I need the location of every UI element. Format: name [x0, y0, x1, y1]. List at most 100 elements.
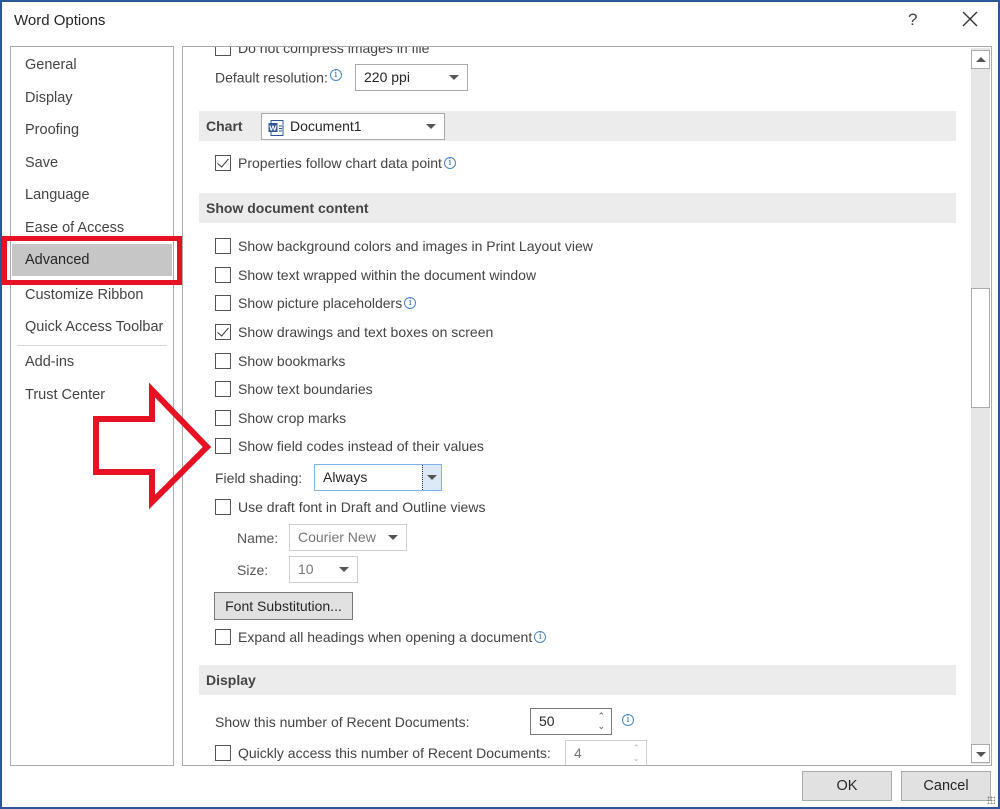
show-crop-marks-checkbox[interactable]: Show crop marks — [215, 407, 346, 429]
draft-font-size-label: Size: — [237, 562, 269, 578]
checkbox-box — [215, 324, 231, 340]
field-shading-value: Always — [323, 469, 368, 485]
checkbox-box — [215, 499, 231, 515]
checkbox-label: Quickly access this number of Recent Doc… — [238, 745, 551, 761]
close-icon — [962, 11, 978, 27]
checkbox-label: Show text wrapped within the document wi… — [238, 267, 537, 283]
draft-font-size-select[interactable]: 10 — [289, 556, 358, 583]
checkbox-box — [215, 745, 231, 761]
checkbox-label: Use draft font in Draft and Outline view… — [238, 499, 486, 515]
checkbox-label: Properties follow chart data point — [238, 155, 442, 171]
show-picture-placeholders-checkbox[interactable]: Show picture placeholders i — [215, 292, 417, 314]
options-content-pane: Do not compress images in file Default r… — [182, 46, 992, 766]
expand-headings-checkbox[interactable]: Expand all headings when opening a docum… — [215, 626, 547, 648]
checkbox-label: Show bookmarks — [238, 353, 346, 369]
draft-font-size-value: 10 — [298, 561, 314, 577]
checkbox-box — [215, 155, 231, 171]
font-substitution-button[interactable]: Font Substitution... — [214, 592, 353, 620]
checkbox-label: Show crop marks — [238, 410, 347, 426]
checkbox-box — [215, 410, 231, 426]
show-drawings-checkbox[interactable]: Show drawings and text boxes on screen — [215, 321, 493, 343]
do-not-compress-checkbox[interactable]: Do not compress images in file — [215, 46, 430, 59]
info-icon: i — [622, 714, 634, 726]
checkbox-box — [215, 295, 231, 311]
sidebar-item-trust-center[interactable]: Trust Center — [12, 379, 172, 411]
default-resolution-select[interactable]: 220 ppi — [355, 64, 468, 91]
draft-font-name-label: Name: — [237, 530, 279, 546]
field-shading-dropdown-button[interactable] — [422, 465, 441, 490]
resize-grip-icon[interactable] — [987, 796, 995, 804]
quick-access-recent-spinner[interactable]: 4 ⌃ ⌄ — [565, 740, 647, 765]
sidebar-item-proofing[interactable]: Proofing — [12, 114, 172, 146]
scroll-thumb[interactable] — [971, 288, 990, 408]
close-button[interactable] — [962, 8, 984, 30]
sidebar-item-ease-of-access[interactable]: Ease of Access — [12, 212, 172, 244]
checkbox-label: Do not compress images in file — [238, 46, 430, 56]
scroll-up-button[interactable] — [971, 50, 990, 69]
show-bookmarks-checkbox[interactable]: Show bookmarks — [215, 350, 345, 372]
chart-header-label: Chart — [206, 118, 243, 134]
ok-button[interactable]: OK — [802, 771, 892, 801]
recent-documents-value: 50 — [539, 713, 555, 729]
show-field-codes-checkbox[interactable]: Show field codes instead of their values — [215, 435, 484, 457]
content-scrollbar[interactable] — [971, 48, 990, 764]
default-resolution-text: Default resolution: — [215, 69, 328, 86]
display-header-label: Display — [206, 672, 256, 688]
checkbox-box — [215, 267, 231, 283]
checkbox-box — [215, 629, 231, 645]
chart-document-value: Document1 — [290, 118, 362, 134]
chevron-down-icon — [426, 124, 436, 129]
show-background-colors-checkbox[interactable]: Show background colors and images in Pri… — [215, 235, 593, 257]
default-resolution-value: 220 ppi — [364, 69, 410, 85]
sidebar-item-quick-access-toolbar[interactable]: Quick Access Toolbar — [12, 311, 172, 343]
recent-documents-label: Show this number of Recent Documents: — [215, 714, 470, 730]
chart-document-select[interactable]: W Document1 — [261, 113, 445, 140]
show-document-content-header: Show document content — [199, 193, 956, 223]
sidebar-item-add-ins[interactable]: Add-ins — [12, 346, 172, 378]
scroll-down-button[interactable] — [971, 744, 990, 763]
checkbox-label: Show field codes instead of their values — [238, 438, 484, 454]
field-shading-select[interactable]: Always — [314, 464, 442, 491]
sidebar-item-display[interactable]: Display — [12, 82, 172, 114]
draft-font-name-value: Courier New — [298, 529, 376, 545]
sidebar-nav: General Display Proofing Save Language E… — [10, 46, 174, 766]
info-icon: i — [443, 157, 456, 169]
word-options-dialog: Word Options ? General Display Proofing … — [0, 0, 1000, 809]
quick-access-recent-value: 4 — [574, 745, 582, 761]
show-text-boundaries-checkbox[interactable]: Show text boundaries — [215, 378, 373, 400]
dialog-title: Word Options — [14, 12, 106, 29]
sidebar-item-save[interactable]: Save — [12, 147, 172, 179]
draft-font-name-select[interactable]: Courier New — [289, 524, 407, 551]
cancel-button[interactable]: Cancel — [901, 771, 991, 801]
checkbox-label: Show text boundaries — [238, 381, 373, 397]
info-icon: i — [534, 631, 547, 643]
sidebar-item-language[interactable]: Language — [12, 179, 172, 211]
info-icon: i — [329, 69, 342, 81]
quick-access-recent-checkbox[interactable]: Quickly access this number of Recent Doc… — [215, 742, 551, 764]
spinner-arrows-icon[interactable]: ⌃ ⌄ — [597, 711, 605, 731]
checkbox-label: Show drawings and text boxes on screen — [238, 324, 494, 340]
show-document-content-label: Show document content — [206, 200, 369, 216]
chevron-down-icon — [388, 535, 398, 540]
svg-text:W: W — [269, 125, 277, 133]
checkbox-label: Show background colors and images in Pri… — [238, 238, 593, 254]
chevron-down-icon — [449, 75, 459, 80]
sidebar-item-advanced[interactable]: Advanced — [12, 244, 172, 276]
checkbox-box — [215, 381, 231, 397]
checkbox-box — [215, 353, 231, 369]
checkbox-box — [215, 47, 231, 56]
field-shading-label: Field shading: — [215, 470, 303, 486]
properties-follow-chart-checkbox[interactable]: Properties follow chart data point i — [215, 152, 456, 174]
use-draft-font-checkbox[interactable]: Use draft font in Draft and Outline view… — [215, 496, 485, 518]
checkbox-box — [215, 438, 231, 454]
sidebar-item-general[interactable]: General — [12, 49, 172, 81]
help-button[interactable]: ? — [908, 10, 917, 30]
checkbox-box — [215, 238, 231, 254]
default-resolution-label: Default resolution: i — [215, 69, 342, 86]
word-document-icon: W — [268, 119, 284, 136]
recent-documents-spinner[interactable]: 50 ⌃ ⌄ — [530, 708, 612, 735]
show-text-wrapped-checkbox[interactable]: Show text wrapped within the document wi… — [215, 264, 536, 286]
sidebar-item-customize-ribbon[interactable]: Customize Ribbon — [12, 279, 172, 311]
spinner-arrows-icon[interactable]: ⌃ ⌄ — [632, 743, 640, 763]
info-icon: i — [404, 297, 417, 309]
